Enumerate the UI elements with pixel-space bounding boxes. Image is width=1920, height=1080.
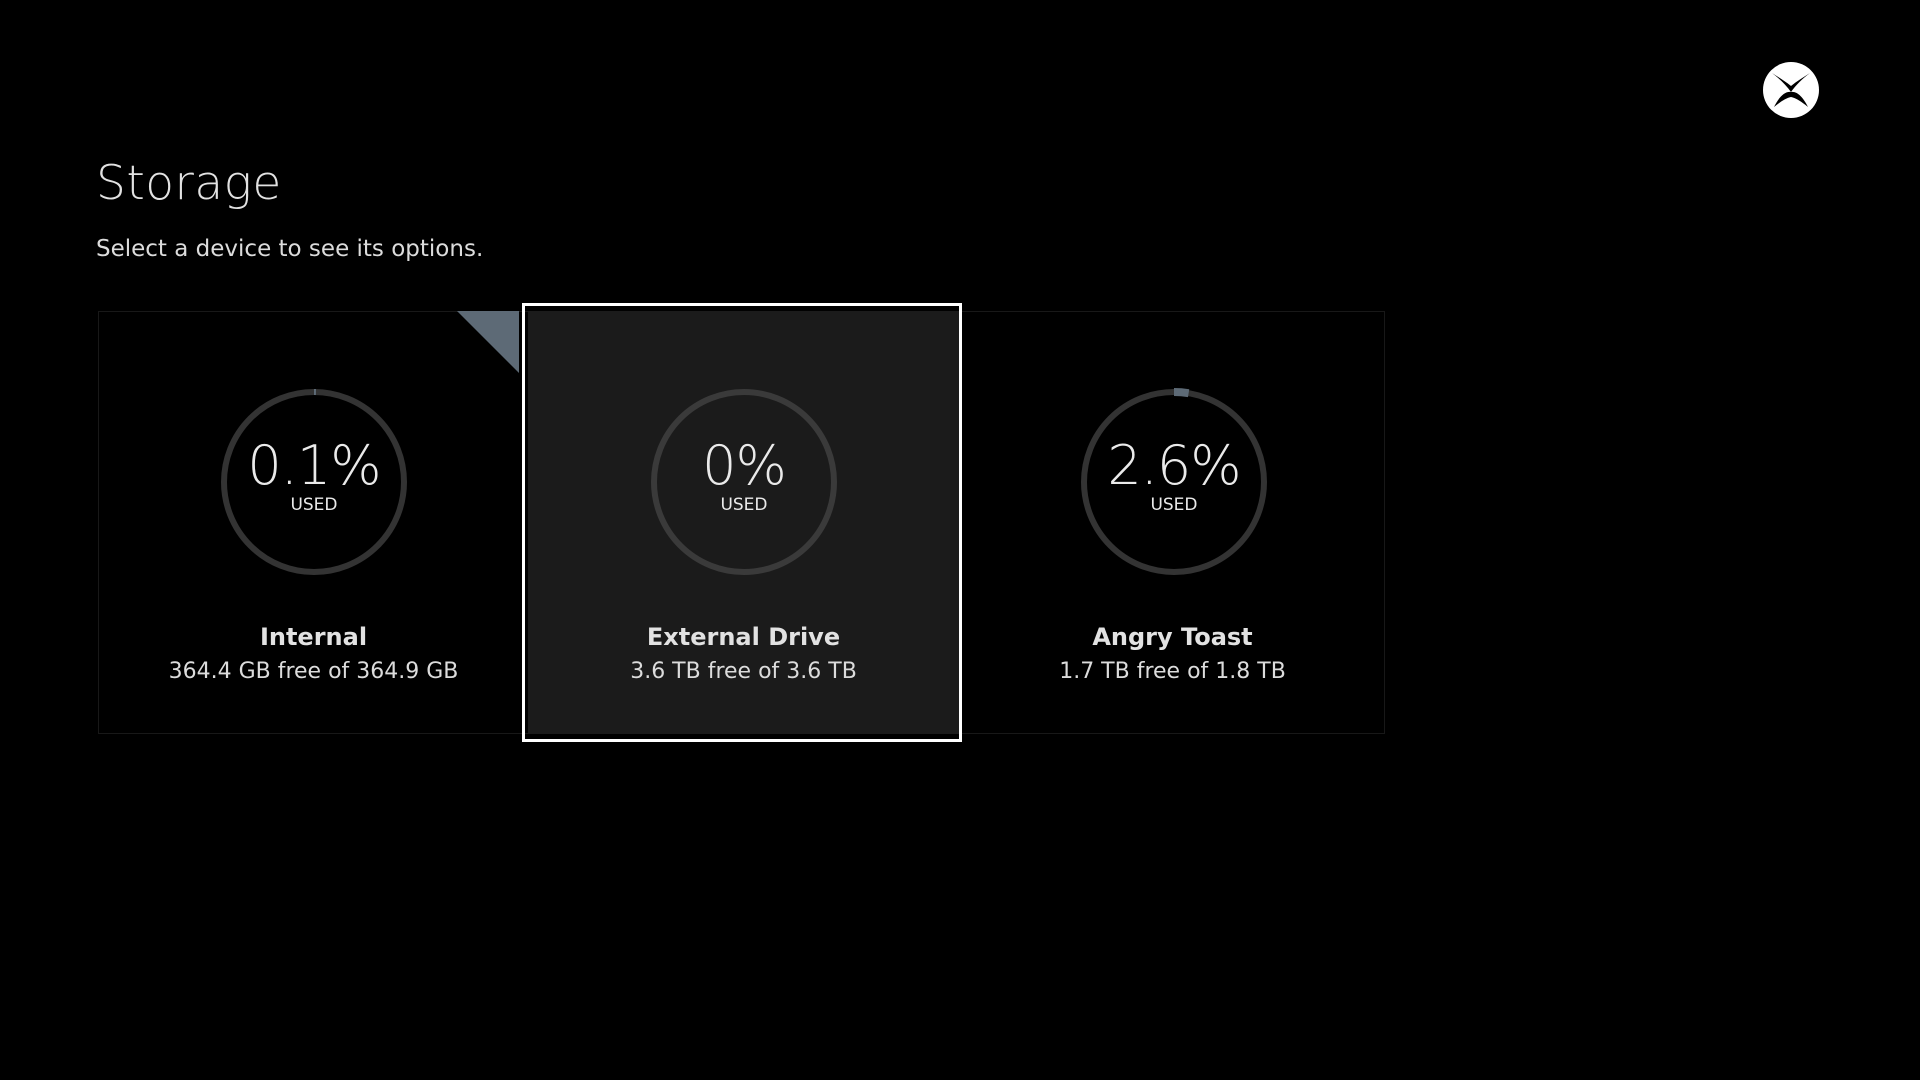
device-free-space: 1.7 TB free of 1.8 TB (1059, 659, 1286, 684)
usage-percent: 0% (702, 434, 787, 497)
storage-tile-angry-toast[interactable]: 2.6% USED Angry Toast 1.7 TB free of 1.8… (960, 311, 1385, 734)
page-subtitle: Select a device to see its options. (96, 236, 484, 262)
usage-label: USED (720, 495, 768, 515)
xbox-logo-icon (1762, 61, 1820, 119)
device-name: External Drive (646, 623, 841, 651)
page-title: Storage (96, 156, 282, 211)
storage-tile-external-drive[interactable]: 0% USED External Drive 3.6 TB free of 3.… (528, 311, 959, 734)
device-name: Angry Toast (1092, 623, 1253, 651)
usage-percent: 2.6% (1107, 434, 1241, 497)
device-name: Internal (259, 623, 368, 651)
usage-label: USED (1150, 495, 1198, 515)
storage-tile-internal[interactable]: 0.1% USED Internal 364.4 GB free of 364.… (98, 311, 529, 734)
usage-gauge: 0.1% USED (219, 387, 409, 577)
usage-label: USED (290, 495, 338, 515)
device-free-space: 364.4 GB free of 364.9 GB (168, 659, 459, 684)
usage-percent: 0.1% (247, 434, 381, 497)
usage-gauge: 0% USED (649, 387, 839, 577)
usage-gauge: 2.6% USED (1079, 387, 1269, 577)
corner-decoration (457, 311, 519, 373)
device-free-space: 3.6 TB free of 3.6 TB (630, 659, 857, 684)
